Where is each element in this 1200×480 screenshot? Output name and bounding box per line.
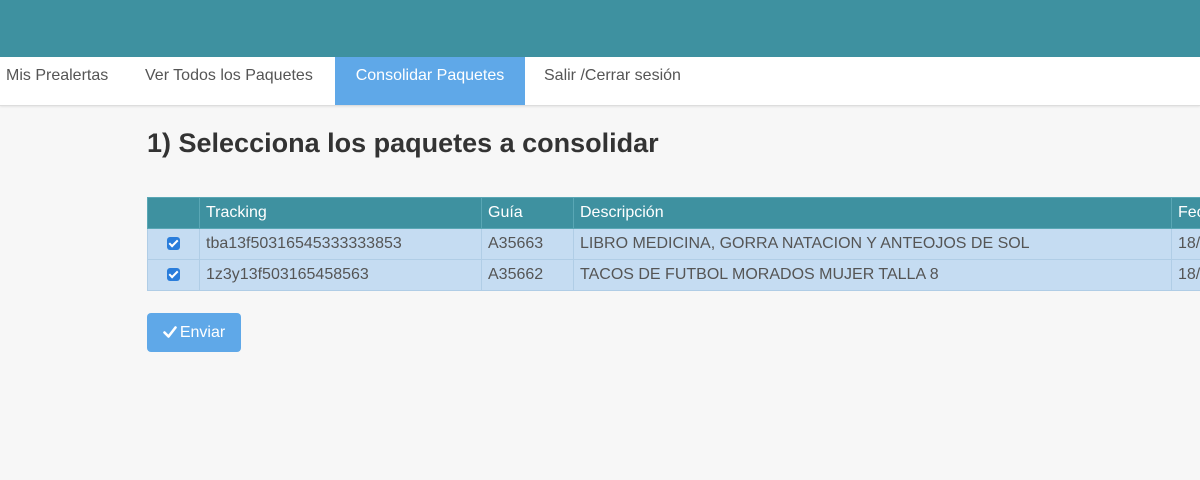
descripcion-cell: TACOS DE FUTBOL MORADOS MUJER TALLA 8: [573, 259, 1172, 291]
column-header-select: [147, 197, 200, 229]
row-checkbox[interactable]: [167, 237, 180, 251]
table-row: tba13f50316545333333853 A35663 LIBRO MED…: [147, 228, 1200, 260]
column-header-descripcion: Descripción: [573, 197, 1172, 229]
tracking-cell: 1z3y13f503165458563: [199, 259, 482, 291]
column-header-guia: Guía: [481, 197, 574, 229]
enviar-button-label: Enviar: [179, 323, 226, 341]
fecha-cell: 18/0: [1171, 259, 1200, 291]
column-header-tracking: Tracking: [199, 197, 482, 229]
table-row: 1z3y13f503165458563 A35662 TACOS DE FUTB…: [147, 259, 1200, 291]
top-header-bar: [0, 0, 1200, 57]
nav-item-salir[interactable]: Salir /Cerrar sesión: [528, 57, 697, 105]
table-header-row: Tracking Guía Descripción Fec: [147, 197, 1200, 229]
page-title: 1) Selecciona los paquetes a consolidar: [147, 128, 659, 158]
guia-cell: A35663: [481, 228, 574, 260]
tracking-cell: tba13f50316545333333853: [199, 228, 482, 260]
packages-table: Tracking Guía Descripción Fec tba13f5031…: [147, 197, 1200, 291]
nav-item-ver-todos[interactable]: Ver Todos los Paquetes: [129, 57, 329, 105]
main-nav: Mis Prealertas Ver Todos los Paquetes Co…: [0, 57, 1200, 106]
fecha-cell: 18/0: [1171, 228, 1200, 260]
nav-item-consolidar[interactable]: Consolidar Paquetes: [335, 57, 525, 105]
row-checkbox[interactable]: [167, 268, 180, 282]
descripcion-cell: LIBRO MEDICINA, GORRA NATACION Y ANTEOJO…: [573, 228, 1172, 260]
guia-cell: A35662: [481, 259, 574, 291]
nav-item-mis-prealertas[interactable]: Mis Prealertas: [0, 57, 124, 105]
check-icon: [163, 325, 177, 339]
column-header-fecha: Fec: [1171, 197, 1200, 229]
enviar-button[interactable]: Enviar: [147, 313, 241, 352]
select-cell: [147, 228, 200, 260]
select-cell: [147, 259, 200, 291]
